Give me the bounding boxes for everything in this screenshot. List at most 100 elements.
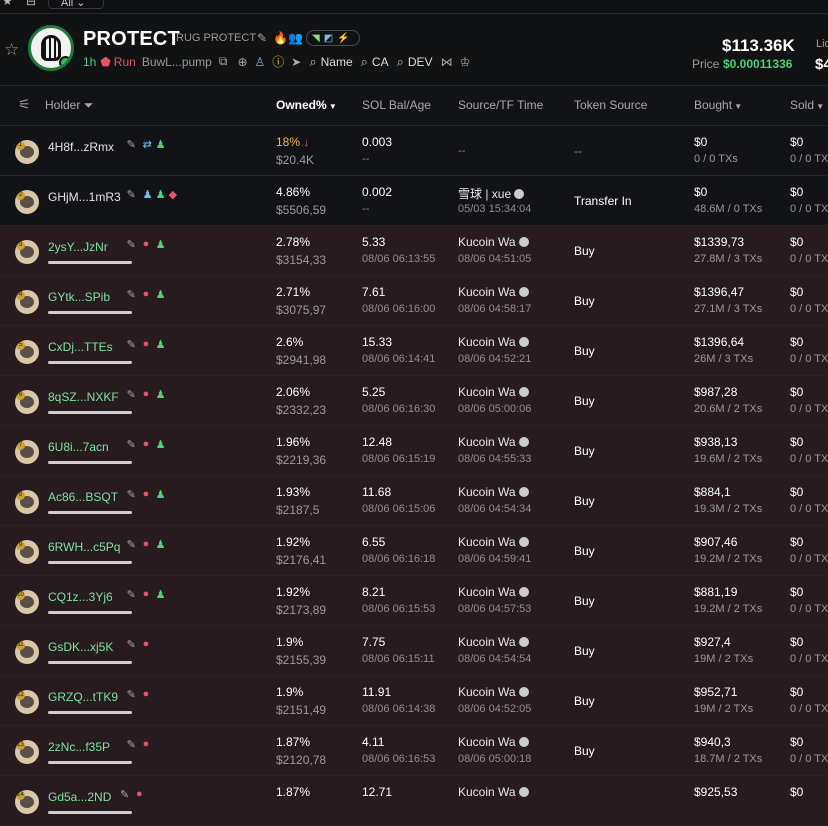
edit-note-icon[interactable]: ✎ <box>127 288 136 301</box>
source-name[interactable]: Kucoin Wa <box>458 285 529 299</box>
source-name[interactable]: Kucoin Wa <box>458 785 529 799</box>
column-settings-icon[interactable]: ⚟ <box>18 96 31 113</box>
warning-icon[interactable]: ⓘ <box>272 53 284 70</box>
telegram-icon[interactable]: ➤ <box>291 55 301 69</box>
holder-address[interactable]: GRZQ...tTK9 <box>48 690 118 704</box>
table-row[interactable]: 10 CQ1z...3Yj6 ✎ ● ♟ 1.92% $2173,89 8.21 0… <box>0 576 828 626</box>
table-row[interactable]: 8 Ac86...BSQT ✎ ● ♟ 1.93% $2187,5 11.68 08… <box>0 476 828 526</box>
holder-address[interactable]: Ac86...BSQT <box>48 490 118 504</box>
source-name[interactable]: Kucoin Wa <box>458 435 529 449</box>
table-row[interactable]: 4 GYtk...SPib ✎ ● ♟ 2.71% $3075,97 7.61 08… <box>0 276 828 326</box>
favorite-star-icon[interactable]: ☆ <box>4 40 19 60</box>
holder-address[interactable]: CxDj...TTEs <box>48 340 113 354</box>
table-row[interactable]: 11 GsDK...xj5K ✎ ● 1.9% $2155,39 7.75 08/… <box>0 626 828 676</box>
col-sold[interactable]: Sold ▼ <box>790 98 824 112</box>
holder-address[interactable]: 2ysY...JzNr <box>48 240 108 254</box>
holder-address[interactable]: 6U8i...7acn <box>48 440 109 454</box>
table-row[interactable]: 9 6RWH...c5Pq ✎ ● ♟ 1.92% $2176,41 6.55 08… <box>0 526 828 576</box>
holder-address[interactable]: GYtk...SPib <box>48 290 110 304</box>
edit-note-icon[interactable]: ✎ <box>127 538 136 551</box>
avatar[interactable]: 9 <box>15 540 39 564</box>
source-name[interactable]: Kucoin Wa <box>458 735 529 749</box>
twitter-pill-icon[interactable]: ◩ <box>324 33 333 44</box>
table-row[interactable]: 13 2zNc...f35P ✎ ● 1.87% $2120,78 4.11 08… <box>0 726 828 776</box>
table-row[interactable]: 1 4H8f...zRmx ✎ ⇄ ♟ 18% ↓ $20.4K 0.003 -- … <box>0 126 828 176</box>
edit-note-icon[interactable]: ✎ <box>127 688 136 701</box>
source-name[interactable]: Kucoin Wa <box>458 585 529 599</box>
avatar[interactable]: 2 <box>15 190 39 214</box>
funnel-icon[interactable]: ⏷ <box>84 98 94 112</box>
avatar[interactable]: 5 <box>15 340 39 364</box>
copy-icon[interactable]: ⧉ <box>219 54 228 69</box>
avatar[interactable]: 13 <box>15 740 39 764</box>
search-name-icon[interactable]: ⌕ <box>309 54 316 70</box>
search-ca-icon[interactable]: ⌕ <box>361 54 368 70</box>
edit-note-icon[interactable]: ✎ <box>127 438 136 451</box>
star-icon[interactable]: ★ <box>2 0 13 8</box>
table-row[interactable]: 14 Gd5a...2ND ✎ ● 1.87% 12.71 Kucoin Wa $… <box>0 776 828 826</box>
col-token-source[interactable]: Token Source <box>574 98 647 112</box>
edit-note-icon[interactable]: ✎ <box>127 138 136 151</box>
source-name[interactable]: Kucoin Wa <box>458 635 529 649</box>
avatar[interactable]: 6 <box>15 390 39 414</box>
avatar[interactable]: 11 <box>15 640 39 664</box>
edit-note-icon[interactable]: ✎ <box>127 588 136 601</box>
holder-address[interactable]: 2zNc...f35P <box>48 740 110 754</box>
edit-icon[interactable]: ✎ <box>257 31 267 45</box>
filter-dropdown[interactable]: All ⌄ <box>48 0 104 9</box>
social-pills[interactable]: ◥ ◩ ⚡ <box>306 30 360 46</box>
table-row[interactable]: 3 2ysY...JzNr ✎ ● ♟ 2.78% $3154,33 5.33 08… <box>0 226 828 276</box>
col-sol[interactable]: SOL Bal/Age <box>362 98 431 112</box>
col-source[interactable]: Source/TF Time <box>458 98 543 112</box>
avatar[interactable]: 3 <box>15 240 39 264</box>
crown-icon[interactable]: ♔ <box>460 55 471 69</box>
search-dev-icon[interactable]: ⌕ <box>397 54 404 70</box>
avatar[interactable]: 14 <box>15 790 39 814</box>
holder-address[interactable]: GHjM...1mR3 <box>48 190 121 204</box>
holder-address[interactable]: 4H8f...zRmx <box>48 140 114 154</box>
globe-icon[interactable]: ⊕ <box>237 55 247 69</box>
avatar[interactable]: 1 <box>15 140 39 164</box>
share-icon[interactable]: ⋈ <box>441 55 453 69</box>
chart-icon[interactable]: ⊟ <box>26 0 36 8</box>
edit-note-icon[interactable]: ✎ <box>127 738 136 751</box>
holder-address[interactable]: 6RWH...c5Pq <box>48 540 120 554</box>
edit-note-icon[interactable]: ✎ <box>127 238 136 251</box>
avatar[interactable]: 8 <box>15 490 39 514</box>
table-row[interactable]: 7 6U8i...7acn ✎ ● ♟ 1.96% $2219,36 12.48 0… <box>0 426 828 476</box>
table-row[interactable]: 12 GRZQ...tTK9 ✎ ● 1.9% $2151,49 11.91 08… <box>0 676 828 726</box>
bolt-icon[interactable]: ⚡ <box>337 33 349 44</box>
edit-note-icon[interactable]: ✎ <box>127 638 136 651</box>
col-bought[interactable]: Bought ▼ <box>694 98 742 112</box>
avatar[interactable]: 4 <box>15 290 39 314</box>
source-name[interactable]: 雪球 | xue <box>458 185 525 202</box>
holder-address[interactable]: Gd5a...2ND <box>48 790 111 804</box>
source-name[interactable]: Kucoin Wa <box>458 535 529 549</box>
edit-note-icon[interactable]: ✎ <box>127 188 136 201</box>
table-row[interactable]: 6 8qSZ...NXKF ✎ ● ♟ 2.06% $2332,23 5.25 08… <box>0 376 828 426</box>
source-name[interactable]: Kucoin Wa <box>458 485 529 499</box>
edit-note-icon[interactable]: ✎ <box>127 338 136 351</box>
edit-note-icon[interactable]: ✎ <box>127 388 136 401</box>
table-row[interactable]: 5 CxDj...TTEs ✎ ● ♟ 2.6% $2941,98 15.33 08… <box>0 326 828 376</box>
edit-note-icon[interactable]: ✎ <box>127 488 136 501</box>
avatar[interactable]: 10 <box>15 590 39 614</box>
holder-address[interactable]: CQ1z...3Yj6 <box>48 590 113 604</box>
source-name[interactable]: Kucoin Wa <box>458 335 529 349</box>
search-dev-link[interactable]: DEV <box>408 55 433 69</box>
search-name-link[interactable]: Name <box>321 55 353 69</box>
table-row[interactable]: 2 GHjM...1mR3 ✎ ♟ ♟ ◆ 4.86% $5506,59 0.002 … <box>0 176 828 226</box>
col-holder[interactable]: Holder ⏷ <box>45 98 93 113</box>
avatar[interactable]: 7 <box>15 440 39 464</box>
source-name[interactable]: Kucoin Wa <box>458 685 529 699</box>
telegram-pill-icon[interactable]: ◥ <box>312 33 320 44</box>
token-address[interactable]: BuwL...pump <box>142 55 212 69</box>
avatar[interactable]: 12 <box>15 690 39 714</box>
col-owned[interactable]: Owned% ▼ <box>276 98 337 112</box>
holder-address[interactable]: 8qSZ...NXKF <box>48 390 119 404</box>
search-ca-link[interactable]: CA <box>372 55 389 69</box>
edit-note-icon[interactable]: ✎ <box>120 788 129 801</box>
source-name[interactable]: Kucoin Wa <box>458 385 529 399</box>
user-icon[interactable]: ♙ <box>255 55 266 69</box>
holder-address[interactable]: GsDK...xj5K <box>48 640 113 654</box>
